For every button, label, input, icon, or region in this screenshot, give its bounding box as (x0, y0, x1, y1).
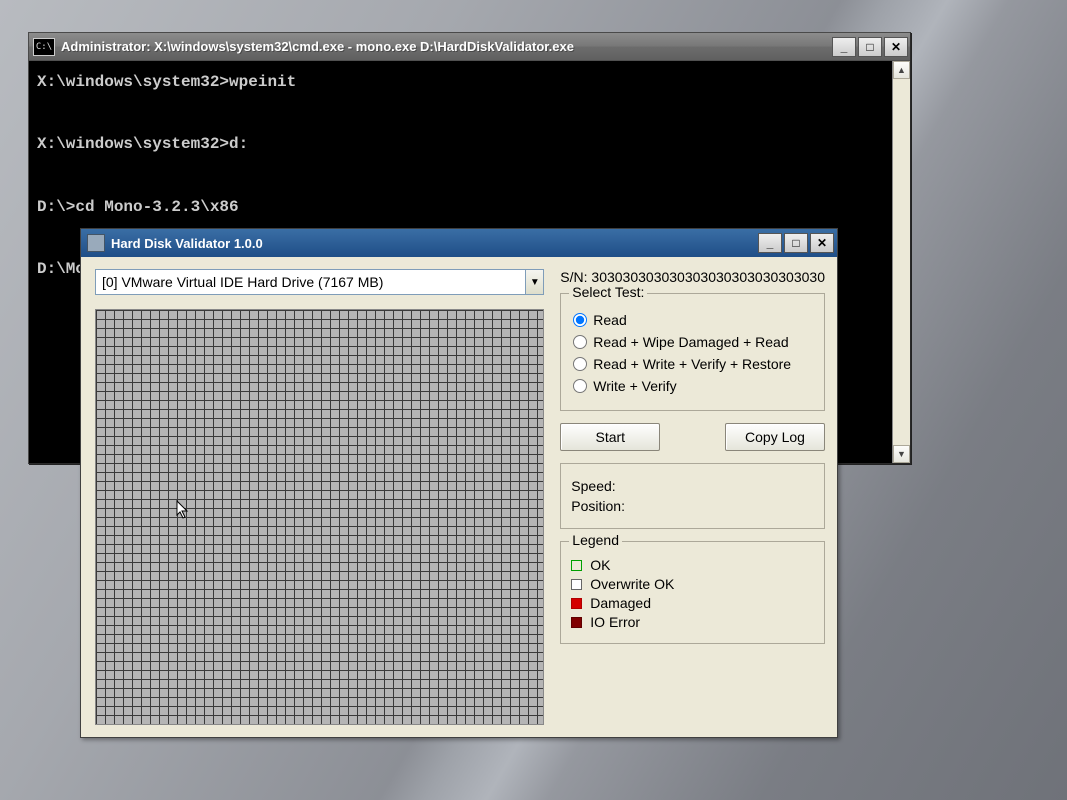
mouse-cursor-icon (176, 500, 190, 520)
legend-label: Overwrite OK (590, 576, 674, 592)
radio-read-wipe-input[interactable] (573, 335, 587, 349)
sector-map (95, 309, 544, 725)
radio-read-input[interactable] (573, 313, 587, 327)
hdv-title: Hard Disk Validator 1.0.0 (111, 236, 756, 251)
speed-label: Speed: (571, 478, 814, 494)
drive-selected-label: [0] VMware Virtual IDE Hard Drive (7167 … (102, 274, 383, 290)
hdv-window: Hard Disk Validator 1.0.0 _ □ ✕ [0] VMwa… (80, 228, 838, 738)
cmd-title: Administrator: X:\windows\system32\cmd.e… (61, 39, 830, 54)
radio-read-wipe-label: Read + Wipe Damaged + Read (593, 334, 788, 350)
legend-label: Damaged (590, 595, 651, 611)
scroll-down-icon[interactable]: ▼ (893, 445, 910, 463)
scroll-track[interactable] (893, 79, 910, 445)
legend-row: Overwrite OK (571, 576, 814, 592)
legend-label: IO Error (590, 614, 640, 630)
radio-read-write-label: Read + Write + Verify + Restore (593, 356, 791, 372)
radio-read-write[interactable]: Read + Write + Verify + Restore (571, 356, 814, 372)
sn-label: S/N: (560, 269, 587, 285)
select-test-group: Select Test: Read Read + Wipe Damaged + … (560, 293, 825, 411)
legend-swatch-icon (571, 598, 582, 609)
legend-row: Damaged (571, 595, 814, 611)
chevron-down-icon[interactable]: ▼ (525, 270, 543, 294)
scrollbar[interactable]: ▲ ▼ (892, 61, 910, 463)
radio-read-wipe[interactable]: Read + Wipe Damaged + Read (571, 334, 814, 350)
select-test-label: Select Test: (569, 284, 647, 300)
legend-swatch-icon (571, 560, 582, 571)
radio-write-verify[interactable]: Write + Verify (571, 378, 814, 394)
legend-title: Legend (569, 532, 622, 548)
legend-swatch-icon (571, 579, 582, 590)
cmd-icon: C:\ (33, 38, 55, 56)
cmd-titlebar[interactable]: C:\ Administrator: X:\windows\system32\c… (29, 33, 910, 61)
radio-write-verify-label: Write + Verify (593, 378, 676, 394)
maximize-button[interactable]: □ (784, 233, 808, 253)
scroll-up-icon[interactable]: ▲ (893, 61, 910, 79)
radio-read-label: Read (593, 312, 626, 328)
radio-write-verify-input[interactable] (573, 379, 587, 393)
maximize-button[interactable]: □ (858, 37, 882, 57)
sn-value: 303030303030303030303030303030 (591, 269, 825, 285)
legend-row: OK (571, 557, 814, 573)
serial-number: S/N: 303030303030303030303030303030 (560, 269, 825, 285)
copy-log-button[interactable]: Copy Log (725, 423, 825, 451)
close-button[interactable]: ✕ (810, 233, 834, 253)
status-box: Speed: Position: (560, 463, 825, 529)
position-label: Position: (571, 498, 814, 514)
minimize-button[interactable]: _ (758, 233, 782, 253)
hdv-titlebar[interactable]: Hard Disk Validator 1.0.0 _ □ ✕ (81, 229, 837, 257)
close-button[interactable]: ✕ (884, 37, 908, 57)
radio-read-write-input[interactable] (573, 357, 587, 371)
legend-group: Legend OKOverwrite OKDamagedIO Error (560, 541, 825, 644)
minimize-button[interactable]: _ (832, 37, 856, 57)
app-icon (87, 234, 105, 252)
legend-row: IO Error (571, 614, 814, 630)
drive-select[interactable]: [0] VMware Virtual IDE Hard Drive (7167 … (95, 269, 544, 295)
radio-read[interactable]: Read (571, 312, 814, 328)
legend-swatch-icon (571, 617, 582, 628)
legend-label: OK (590, 557, 610, 573)
start-button[interactable]: Start (560, 423, 660, 451)
